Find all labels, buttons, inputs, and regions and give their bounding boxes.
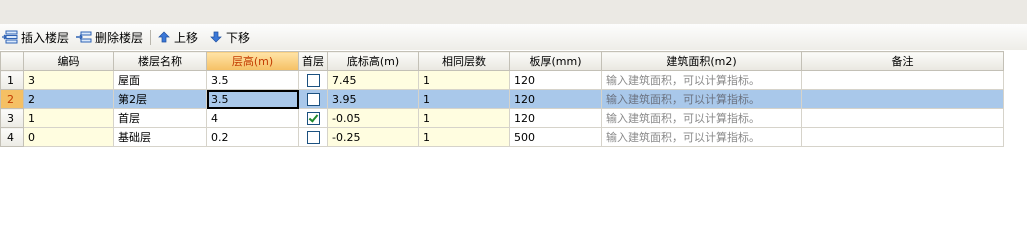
bottom-elevation-cell[interactable]: -0.05 <box>327 108 419 128</box>
move-down-label: 下移 <box>226 30 251 45</box>
bottom-elevation-cell[interactable]: 7.45 <box>327 70 419 90</box>
floor-name-cell[interactable]: 屋面 <box>113 70 207 90</box>
floor-height-cell[interactable]: 3.5 <box>206 70 299 90</box>
first-floor-cell[interactable] <box>298 127 328 147</box>
move-down-icon <box>210 31 222 43</box>
slab-thickness-cell[interactable]: 120 <box>509 108 602 128</box>
top-strip <box>0 0 1027 24</box>
table-row[interactable]: 4 0 基础层 0.2 -0.25 1 500 输入建筑面积，可以计算指标。 <box>0 127 1004 147</box>
column-header[interactable]: 底标高(m) <box>327 51 419 71</box>
toolbar: 插入楼层 删除楼层 上移 下移 <box>0 24 1027 50</box>
first-floor-cell[interactable] <box>298 108 328 128</box>
row-number[interactable]: 3 <box>0 108 24 128</box>
column-header[interactable]: 楼层名称 <box>113 51 207 71</box>
table-row[interactable]: 3 1 首层 4 -0.05 1 120 输入建筑面积，可以计算指标。 <box>0 108 1004 128</box>
same-floors-cell[interactable]: 1 <box>418 89 510 109</box>
first-floor-cell[interactable] <box>298 89 328 109</box>
table-row[interactable]: 1 3 屋面 3.5 7.45 1 120 输入建筑面积，可以计算指标。 <box>0 70 1004 90</box>
move-up-label: 上移 <box>174 30 199 45</box>
corner-header <box>0 51 24 71</box>
column-header[interactable]: 备注 <box>801 51 1004 71</box>
row-number[interactable]: 1 <box>0 70 24 90</box>
note-cell[interactable] <box>801 127 1004 147</box>
floor-table: 编码 楼层名称 层高(m) 首层 底标高(m) 相同层数 板厚(mm) 建筑面积… <box>0 51 1004 147</box>
insert-floor-label: 插入楼层 <box>21 30 70 45</box>
floor-height-cell[interactable]: 0.2 <box>206 127 299 147</box>
move-up-button[interactable]: 上移 <box>158 24 198 50</box>
delete-floor-label: 删除楼层 <box>95 30 144 45</box>
move-up-icon <box>158 31 170 43</box>
bottom-elevation-cell[interactable]: -0.25 <box>327 127 419 147</box>
slab-thickness-cell[interactable]: 500 <box>509 127 602 147</box>
first-floor-checkbox[interactable] <box>306 130 320 144</box>
floor-height-cell[interactable]: 4 <box>206 108 299 128</box>
delete-floor-icon <box>76 29 92 45</box>
code-cell[interactable]: 0 <box>23 127 114 147</box>
delete-floor-button[interactable]: 删除楼层 <box>76 24 143 50</box>
column-header[interactable]: 编码 <box>23 51 114 71</box>
column-header[interactable]: 板厚(mm) <box>509 51 602 71</box>
same-floors-cell[interactable]: 1 <box>418 108 510 128</box>
slab-thickness-cell[interactable]: 120 <box>509 70 602 90</box>
floor-name-cell[interactable]: 第2层 <box>113 89 207 109</box>
row-number[interactable]: 2 <box>0 89 24 109</box>
column-header[interactable]: 首层 <box>298 51 328 71</box>
building-area-cell[interactable]: 输入建筑面积，可以计算指标。 <box>601 108 802 128</box>
building-area-cell[interactable]: 输入建筑面积，可以计算指标。 <box>601 127 802 147</box>
first-floor-checkbox[interactable] <box>306 73 320 87</box>
column-header[interactable]: 相同层数 <box>418 51 510 71</box>
note-cell[interactable] <box>801 70 1004 90</box>
same-floors-cell[interactable]: 1 <box>418 70 510 90</box>
code-cell[interactable]: 2 <box>23 89 114 109</box>
move-down-button[interactable]: 下移 <box>210 24 250 50</box>
floor-name-cell[interactable]: 首层 <box>113 108 207 128</box>
table-row[interactable]: 2 2 第2层 3.5 3.95 1 120 输入建筑面积，可以计算指标。 <box>0 89 1004 109</box>
insert-floor-button[interactable]: 插入楼层 <box>2 24 69 50</box>
note-cell[interactable] <box>801 108 1004 128</box>
row-number[interactable]: 4 <box>0 127 24 147</box>
building-area-cell[interactable]: 输入建筑面积，可以计算指标。 <box>601 89 802 109</box>
same-floors-cell[interactable]: 1 <box>418 127 510 147</box>
building-area-cell[interactable]: 输入建筑面积，可以计算指标。 <box>601 70 802 90</box>
column-header[interactable]: 建筑面积(m2) <box>601 51 802 71</box>
note-cell[interactable] <box>801 89 1004 109</box>
toolbar-separator <box>150 30 151 45</box>
first-floor-checkbox[interactable] <box>306 111 320 125</box>
floor-height-cell[interactable]: 3.5 <box>206 89 299 109</box>
first-floor-cell[interactable] <box>298 70 328 90</box>
code-cell[interactable]: 1 <box>23 108 114 128</box>
insert-floor-icon <box>2 29 18 45</box>
bottom-elevation-cell[interactable]: 3.95 <box>327 89 419 109</box>
floor-name-cell[interactable]: 基础层 <box>113 127 207 147</box>
first-floor-checkbox[interactable] <box>306 92 320 106</box>
column-header[interactable]: 层高(m) <box>206 51 299 71</box>
code-cell[interactable]: 3 <box>23 70 114 90</box>
table-header-row: 编码 楼层名称 层高(m) 首层 底标高(m) 相同层数 板厚(mm) 建筑面积… <box>0 51 1004 71</box>
slab-thickness-cell[interactable]: 120 <box>509 89 602 109</box>
